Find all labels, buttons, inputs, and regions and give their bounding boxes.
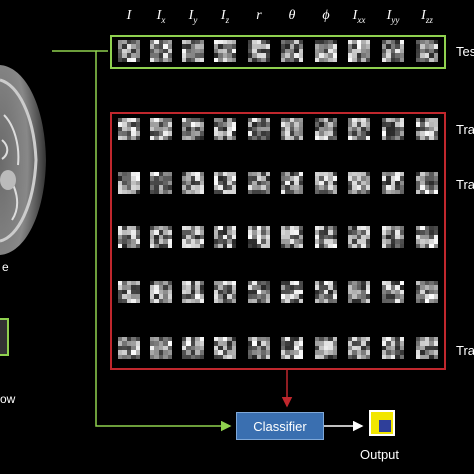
classifier-box: Classifier <box>236 412 324 440</box>
test-input-line <box>52 50 232 432</box>
flow-connectors <box>52 50 364 432</box>
output-label: Output <box>360 447 400 462</box>
output-icon <box>369 410 395 436</box>
classifier-label: Classifier <box>253 418 307 434</box>
output-icon-fill <box>379 420 391 432</box>
